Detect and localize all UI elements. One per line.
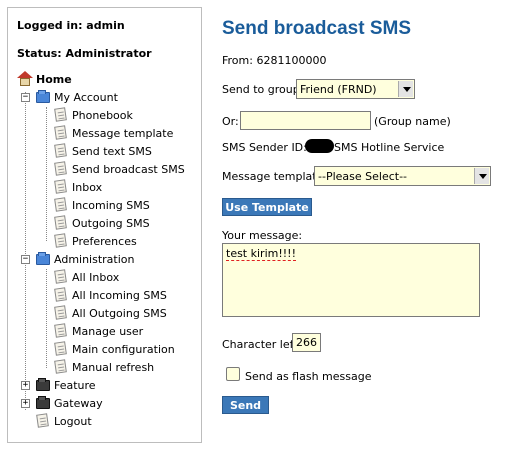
tree-item-all-inbox[interactable]: All Inbox [53, 268, 119, 286]
message-template-select[interactable]: --Please Select-- [314, 166, 491, 186]
tree-item-label: Preferences [72, 234, 137, 248]
tree-item-outgoing-sms[interactable]: Outgoing SMS [53, 214, 150, 232]
page-icon [53, 179, 69, 195]
tree-item-label: Main configuration [72, 342, 175, 356]
page-icon [53, 215, 69, 231]
tree-item-inbox[interactable]: Inbox [53, 178, 102, 196]
tree-item-preferences[interactable]: Preferences [53, 232, 137, 250]
tree-item-label: Send broadcast SMS [72, 162, 185, 176]
tree-item-logout-label: Logout [54, 414, 92, 428]
page-icon [53, 161, 69, 177]
tree-item-label: Outgoing SMS [72, 216, 150, 230]
tree-item-home-label: Home [36, 72, 72, 86]
character-left-label: Character left: [222, 338, 302, 351]
tree-guide-line [25, 92, 26, 410]
folder-icon [35, 377, 51, 393]
send-button[interactable]: Send [222, 396, 269, 414]
tree-item-administration-label: Administration [54, 252, 135, 266]
send-to-group-select[interactable]: Friend (FRND) [296, 79, 415, 99]
page-icon [53, 287, 69, 303]
folder-icon [35, 89, 51, 105]
page-icon [53, 305, 69, 321]
folder-icon [35, 395, 51, 411]
flash-message-checkbox[interactable] [226, 367, 240, 381]
group-name-hint: (Group name) [374, 115, 451, 128]
message-template-label: Message template: [222, 170, 328, 183]
or-label: Or: [222, 115, 239, 128]
tree-item-label: All Outgoing SMS [72, 306, 167, 320]
tree-item-administration[interactable]: Administration [35, 250, 135, 268]
tree-item-phonebook[interactable]: Phonebook [53, 106, 133, 124]
sms-sender-id-value: SMS Hotline Service [334, 141, 445, 154]
page-icon [35, 413, 51, 429]
group-name-input[interactable] [240, 111, 371, 130]
tree-item-all-incoming-sms[interactable]: All Incoming SMS [53, 286, 167, 304]
tree-guide-line [46, 269, 47, 368]
tree-item-message-template[interactable]: Message template [53, 124, 173, 142]
page-icon [53, 107, 69, 123]
expand-gateway-toggle[interactable]: + [21, 399, 30, 408]
tree-item-my-account-label: My Account [54, 90, 118, 104]
tree-item-manual-refresh[interactable]: Manual refresh [53, 358, 154, 376]
page-icon [53, 359, 69, 375]
collapse-my-account-toggle[interactable]: − [21, 93, 30, 102]
tree-item-label: Manage user [72, 324, 144, 338]
tree-item-label: Incoming SMS [72, 198, 150, 212]
tree-guide-line [46, 107, 47, 241]
tree-item-feature-label: Feature [54, 378, 96, 392]
tree-item-gateway-label: Gateway [54, 396, 103, 410]
tree-item-logout[interactable]: Logout [35, 412, 92, 430]
page-title: Send broadcast SMS [222, 18, 411, 39]
message-template-value: --Please Select-- [318, 169, 408, 183]
tree-item-all-outgoing-sms[interactable]: All Outgoing SMS [53, 304, 167, 322]
page-icon [53, 341, 69, 357]
page-icon [53, 143, 69, 159]
send-to-group-label: Send to group: [222, 83, 304, 96]
send-to-group-value: Friend (FRND) [300, 82, 377, 96]
character-left-field: 266 [292, 333, 321, 352]
tree-item-manage-user[interactable]: Manage user [53, 322, 143, 340]
tree-item-label: Manual refresh [72, 360, 155, 374]
tree-item-gateway[interactable]: Gateway [35, 394, 103, 412]
tree-item-label: Inbox [72, 180, 103, 194]
redacted-sender-id [305, 139, 334, 153]
message-text: test kirim!!!! [226, 247, 296, 261]
sms-sender-id-label: SMS Sender ID: - [222, 141, 315, 154]
tree-item-feature[interactable]: Feature [35, 376, 96, 394]
flash-message-label: Send as flash message [245, 370, 372, 383]
tree-item-label: Send text SMS [72, 144, 152, 158]
your-message-label: Your message: [222, 229, 303, 242]
tree-item-main-configuration[interactable]: Main configuration [53, 340, 175, 358]
chevron-down-icon [398, 81, 413, 97]
tree-item-label: All Incoming SMS [72, 288, 167, 302]
tree-item-send-broadcast-sms[interactable]: Send broadcast SMS [53, 160, 185, 178]
tree-item-label: Message template [72, 126, 174, 140]
use-template-button[interactable]: Use Template [222, 198, 312, 216]
expand-feature-toggle[interactable]: + [21, 381, 30, 390]
page-icon [53, 197, 69, 213]
page-icon [53, 323, 69, 339]
tree-item-send-text-sms[interactable]: Send text SMS [53, 142, 152, 160]
message-textarea[interactable]: test kirim!!!! [222, 243, 480, 317]
logged-in-text: Logged in: admin [17, 19, 125, 32]
home-icon [17, 71, 33, 87]
chevron-down-icon [474, 168, 489, 184]
collapse-administration-toggle[interactable]: − [21, 255, 30, 264]
page-icon [53, 269, 69, 285]
page-icon [53, 233, 69, 249]
tree-item-incoming-sms[interactable]: Incoming SMS [53, 196, 150, 214]
tree-item-label: All Inbox [72, 270, 120, 284]
page-icon [53, 125, 69, 141]
tree-item-my-account[interactable]: My Account [35, 88, 118, 106]
folder-icon [35, 251, 51, 267]
status-text: Status: Administrator [17, 47, 152, 60]
tree-item-home[interactable]: Home [17, 70, 72, 88]
from-text: From: 6281100000 [222, 54, 327, 67]
sidebar-menu: Logged in: admin Status: Administrator H… [7, 7, 202, 443]
tree-item-label: Phonebook [72, 108, 133, 122]
